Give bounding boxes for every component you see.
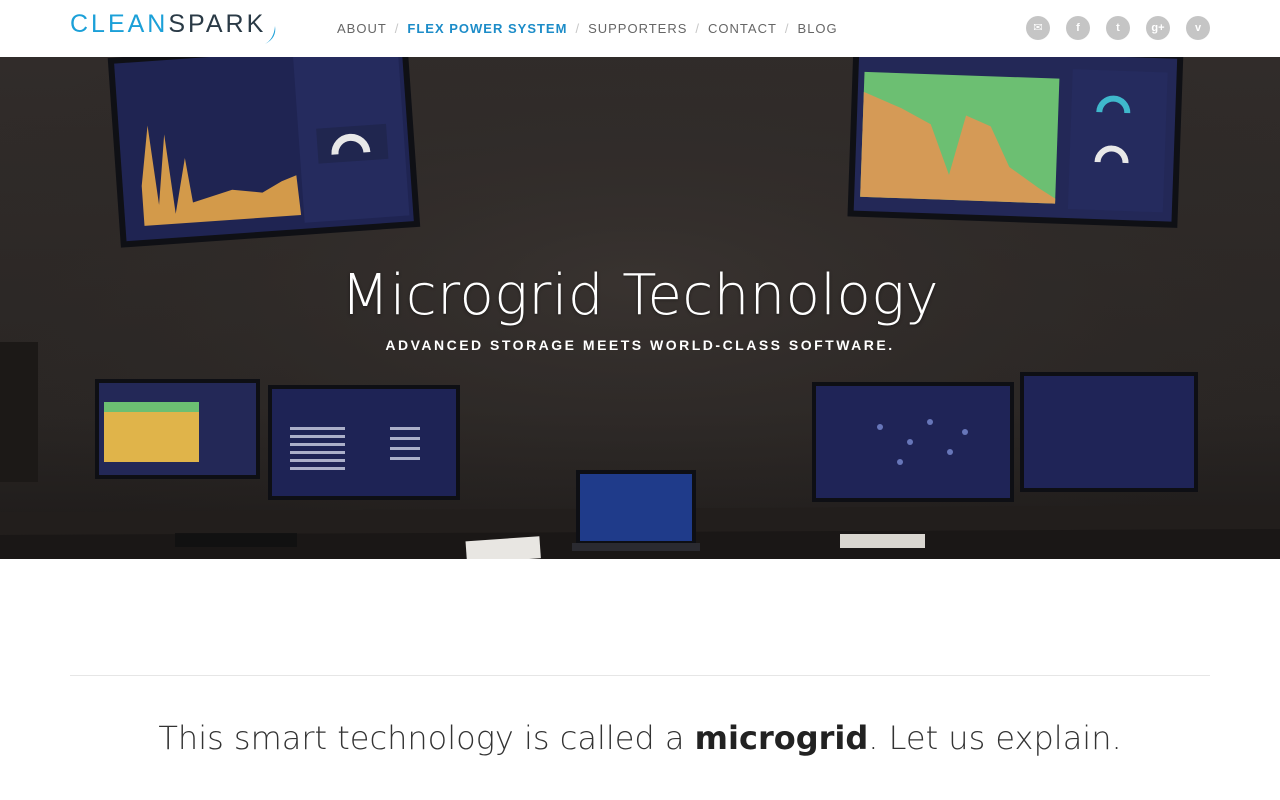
mail-icon[interactable]: ✉ (1026, 16, 1050, 40)
nav-contact[interactable]: CONTACT (708, 21, 777, 36)
hero-title: Microgrid Technology (341, 263, 939, 328)
vimeo-icon[interactable]: v (1186, 16, 1210, 40)
nav-about[interactable]: ABOUT (337, 21, 387, 36)
site-header: CLEAN SPARK ABOUT / FLEX POWER SYSTEM / … (0, 0, 1280, 57)
intro-text-bold: microgrid (694, 719, 869, 757)
logo-text-clean: CLEAN (70, 10, 169, 38)
social-links: ✉ f t g+ v (1026, 16, 1210, 40)
main-nav: ABOUT / FLEX POWER SYSTEM / SUPPORTERS /… (337, 19, 838, 37)
logo-text-spark: SPARK (168, 10, 267, 38)
google-plus-icon[interactable]: g+ (1146, 16, 1170, 40)
hero-subtitle: ADVANCED STORAGE MEETS WORLD-CLASS SOFTW… (385, 337, 895, 353)
nav-separator: / (394, 20, 400, 36)
nav-separator: / (784, 20, 790, 36)
twitter-icon[interactable]: t (1106, 16, 1130, 40)
hero-banner: Microgrid Technology ADVANCED STORAGE ME… (0, 57, 1280, 559)
cleanspark-logo[interactable]: CLEAN SPARK (70, 10, 276, 44)
nav-flex-power-system[interactable]: FLEX POWER SYSTEM (407, 21, 567, 36)
section-divider (70, 675, 1210, 676)
intro-heading: This smart technology is called a microg… (0, 719, 1280, 757)
nav-separator: / (575, 20, 581, 36)
facebook-icon[interactable]: f (1066, 16, 1090, 40)
intro-text-after: . Let us explain. (868, 719, 1122, 757)
nav-supporters[interactable]: SUPPORTERS (588, 21, 687, 36)
intro-text-before: This smart technology is called a (158, 719, 695, 757)
nav-separator: / (695, 20, 701, 36)
nav-blog[interactable]: BLOG (798, 21, 838, 36)
logo-swoosh-icon (265, 26, 276, 44)
